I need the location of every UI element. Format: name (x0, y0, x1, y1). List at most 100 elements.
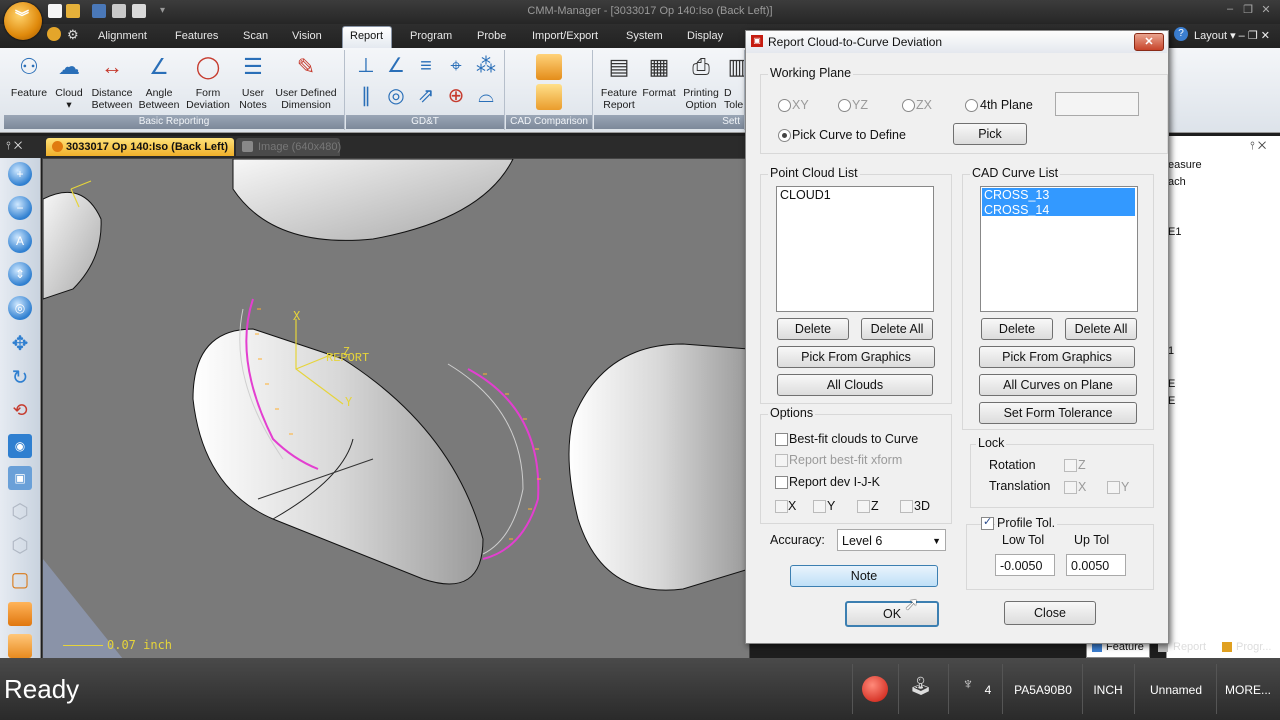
cube-shaded-icon[interactable] (8, 602, 32, 626)
new-file-icon[interactable] (48, 4, 62, 18)
low-tol-input[interactable]: -0.0050 (995, 554, 1055, 576)
tree-item[interactable]: E1 (1168, 226, 1181, 238)
cube-hidden-icon[interactable]: ⬡ (8, 534, 32, 558)
cad-compare-point-icon[interactable] (536, 54, 562, 80)
dev-3d-checkbox[interactable] (900, 500, 913, 513)
point-cloud-list[interactable] (776, 186, 934, 312)
note-button[interactable]: Note (790, 565, 938, 587)
format-button[interactable]: ▦ Format (640, 52, 678, 112)
radio-yz[interactable] (838, 99, 851, 112)
pin-icon[interactable]: ⫯ ✕ (6, 140, 22, 153)
report-bestfit-checkbox[interactable] (775, 454, 788, 467)
lock-rotation-z-checkbox[interactable] (1064, 459, 1077, 472)
close-app-button[interactable]: ✕ (1258, 3, 1274, 17)
ok-button[interactable]: OK (845, 601, 939, 627)
close-button[interactable]: Close (1004, 601, 1096, 625)
panel-tab-program[interactable]: Progr... (1236, 641, 1271, 653)
tree-item[interactable]: ach (1168, 176, 1186, 188)
lock-translation-y-checkbox[interactable] (1107, 481, 1120, 494)
cube-wire-icon[interactable]: ⬡ (8, 500, 32, 524)
probe-icon[interactable]: ♆ (962, 676, 974, 700)
status-probe[interactable]: PA5A90B0 (1008, 683, 1078, 697)
concentricity-icon[interactable]: ◎ (384, 84, 408, 108)
tab-system[interactable]: System (626, 30, 663, 44)
all-clouds-button[interactable]: All Clouds (777, 374, 933, 396)
graphics-viewport[interactable]: X Y Z REPORT 0.07 inch (42, 158, 750, 660)
list-item[interactable]: CROSS_14 (984, 203, 1049, 217)
print-icon[interactable] (132, 4, 146, 18)
dialog-close-button[interactable]: ✕ (1134, 33, 1164, 51)
zoom-out-icon[interactable]: − (8, 196, 32, 220)
true-position-icon[interactable]: ⊕ (444, 84, 468, 108)
properties-icon[interactable] (112, 4, 126, 18)
zoom-in-icon[interactable]: + (8, 162, 32, 186)
tab-features[interactable]: Features (175, 30, 218, 44)
user-defined-dimension-button[interactable]: ✎ User Defined Dimension (272, 52, 340, 112)
user-notes-button[interactable]: ☰ User Notes (236, 52, 270, 112)
curve-delete-button[interactable]: Delete (981, 318, 1053, 340)
status-units[interactable]: INCH (1086, 683, 1130, 697)
status-more-button[interactable]: MORE... (1218, 683, 1278, 697)
save-icon[interactable] (92, 4, 106, 18)
tree-item[interactable]: E (1168, 378, 1175, 390)
angularity-icon[interactable]: ∠ (384, 54, 408, 78)
radio-pick-curve[interactable] (778, 129, 791, 142)
cloud-delete-all-button[interactable]: Delete All (861, 318, 933, 340)
cube-outline-icon[interactable]: ▢ (8, 568, 32, 592)
feature-report-button[interactable]: ⚇ Feature (8, 52, 50, 112)
total-runout-icon[interactable]: ⇗ (414, 84, 438, 108)
radio-zx[interactable] (902, 99, 915, 112)
panel-tab-report[interactable]: Report (1173, 641, 1206, 653)
minimize-button[interactable]: – (1222, 3, 1238, 17)
report-dev-checkbox[interactable] (775, 476, 788, 489)
runout-icon[interactable]: ∥ (354, 84, 378, 108)
fourth-plane-field[interactable] (1055, 92, 1139, 116)
feature-report-settings-button[interactable]: ▤ Feature Report (598, 52, 640, 112)
radio-4th-plane[interactable] (965, 99, 978, 112)
tab-vision[interactable]: Vision (292, 30, 322, 44)
cad-compare-cloud-icon[interactable] (536, 84, 562, 110)
home-icon[interactable] (47, 27, 61, 41)
tab-display[interactable]: Display (687, 30, 723, 44)
emergency-stop-icon[interactable] (862, 676, 888, 702)
settings-icon[interactable]: ⚙ (67, 27, 79, 43)
angle-between-button[interactable]: ∠ Angle Between (136, 52, 182, 112)
cloud-delete-button[interactable]: Delete (777, 318, 849, 340)
view-layer-icon[interactable]: ▣ (8, 466, 32, 490)
help-icon[interactable]: ? (1174, 27, 1188, 41)
position-icon[interactable]: ⌖ (444, 54, 468, 78)
tree-item[interactable]: E (1168, 395, 1175, 407)
pan-icon[interactable]: ✥ (8, 332, 32, 356)
up-tol-input[interactable]: 0.0050 (1066, 554, 1126, 576)
cube-solid-icon[interactable] (8, 634, 32, 658)
cloud-report-button[interactable]: ☁ Cloud ▾ (52, 52, 86, 112)
curve-pick-from-graphics-button[interactable]: Pick From Graphics (979, 346, 1135, 368)
curve-delete-all-button[interactable]: Delete All (1065, 318, 1137, 340)
reset-view-icon[interactable]: ⟲ (8, 398, 32, 422)
panel-pin-icon[interactable]: ⫯ ✕ (1250, 140, 1266, 153)
tab-scan[interactable]: Scan (243, 30, 268, 44)
joystick-machine-icon[interactable]: 🕹 (909, 676, 937, 700)
parallelism-icon[interactable]: ≡ (414, 54, 438, 78)
zoom-extents-icon[interactable]: ◎ (8, 296, 32, 320)
layout-menu[interactable]: Layout ▾ – ❐ ✕ (1194, 29, 1270, 42)
radio-xy[interactable] (778, 99, 791, 112)
view-eye-icon[interactable]: ◉ (8, 434, 32, 458)
qat-chevron-down-icon[interactable]: ▾ (160, 5, 165, 16)
symmetry-icon[interactable]: ⁂ (474, 54, 498, 78)
profile-icon[interactable]: ⌓ (474, 84, 498, 108)
tab-report[interactable]: Report (350, 30, 383, 44)
list-item[interactable]: CROSS_13 (984, 188, 1049, 202)
tab-import-export[interactable]: Import/Export (532, 30, 598, 44)
tolerance-button[interactable]: ▥ D Tole (724, 52, 744, 112)
pick-button[interactable]: Pick (953, 123, 1027, 145)
dev-x-checkbox[interactable] (775, 500, 788, 513)
perpendicularity-icon[interactable]: ⊥ (354, 54, 378, 78)
bestfit-checkbox[interactable] (775, 433, 788, 446)
lock-translation-x-checkbox[interactable] (1064, 481, 1077, 494)
profile-tol-checkbox[interactable] (981, 515, 994, 530)
zoom-window-icon[interactable]: ⇕ (8, 262, 32, 286)
set-form-tolerance-button[interactable]: Set Form Tolerance (979, 402, 1137, 424)
open-folder-icon[interactable] (66, 4, 80, 18)
cloud-pick-from-graphics-button[interactable]: Pick From Graphics (777, 346, 935, 368)
